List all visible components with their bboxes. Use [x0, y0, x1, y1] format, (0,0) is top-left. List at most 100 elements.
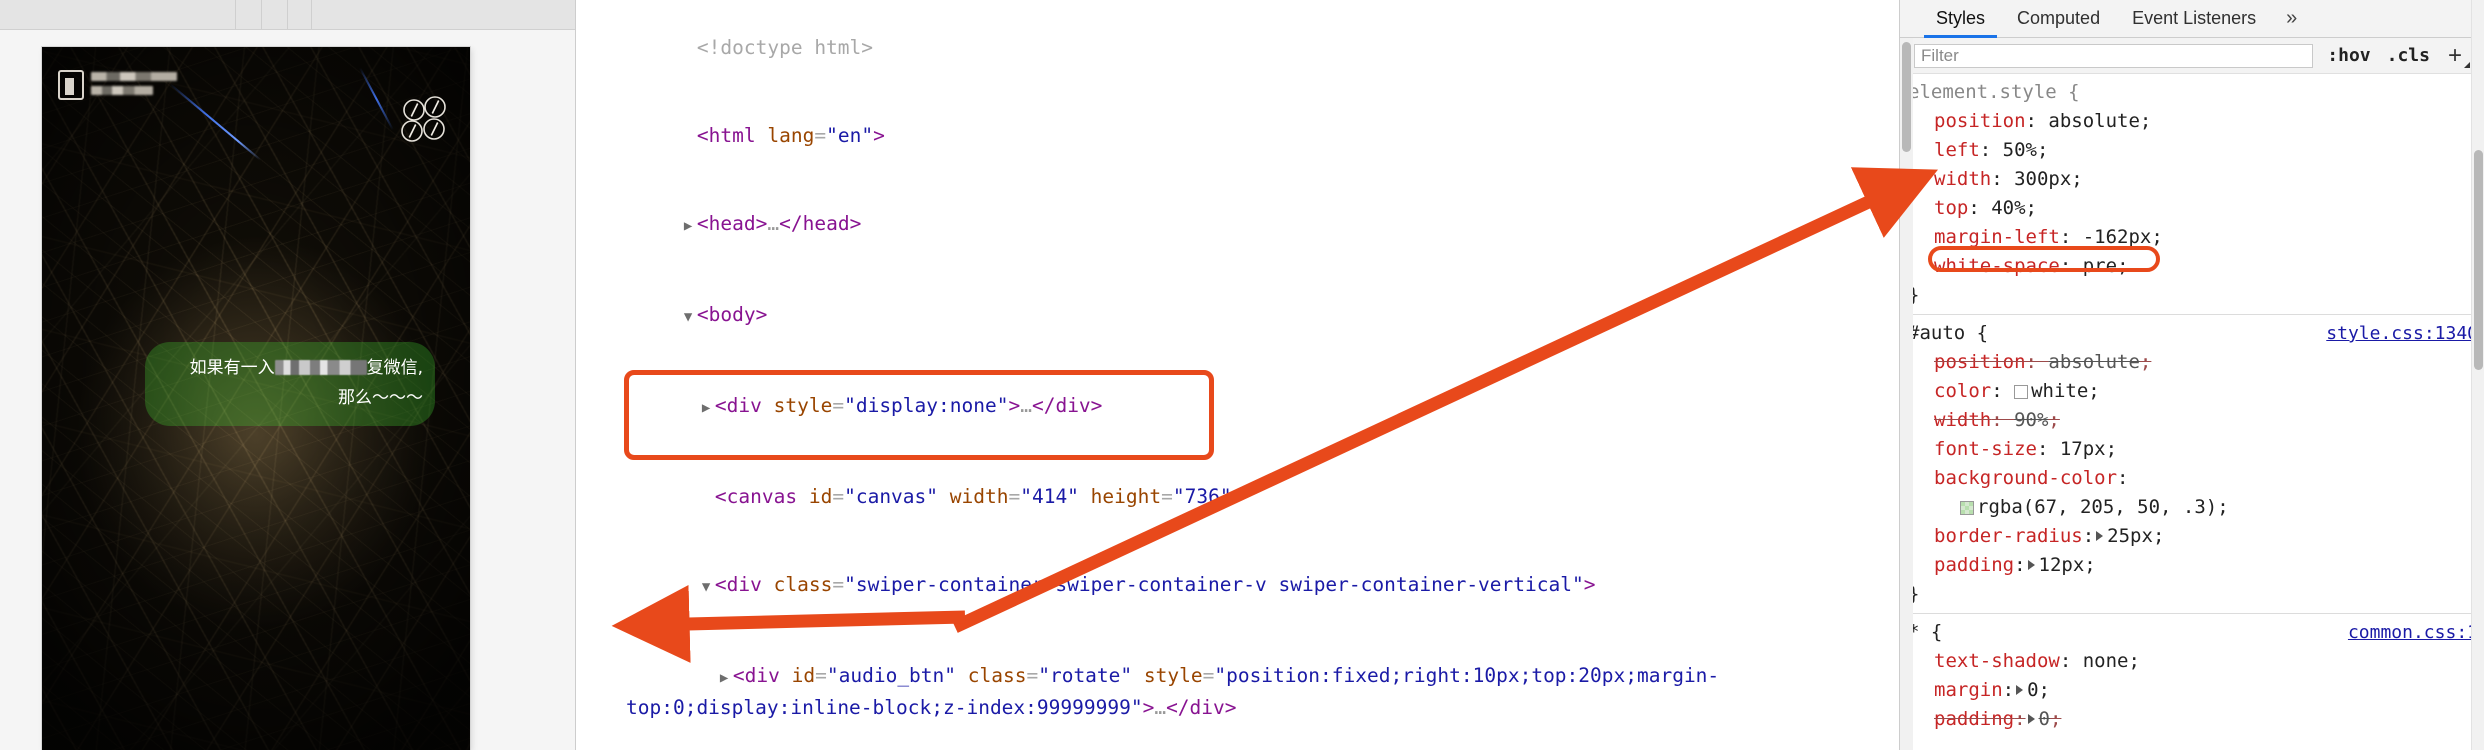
- dom-line-canvas[interactable]: <canvas id="canvas" width="414" height="…: [590, 452, 1899, 540]
- styles-filter-row: Filter :hov .cls +: [1900, 38, 2484, 74]
- music-notes-icon: [401, 96, 446, 142]
- toolbar-segment-throttle[interactable]: [262, 0, 288, 29]
- styles-tabbar: Styles Computed Event Listeners »: [1900, 0, 2484, 38]
- styles-pane: Styles Computed Event Listeners » Filter…: [1900, 0, 2484, 750]
- dom-line-doctype[interactable]: <!doctype html>: [590, 4, 1899, 92]
- cls-toggle-button[interactable]: .cls: [2385, 45, 2432, 66]
- declaration-property: position: [1934, 351, 2026, 373]
- declaration-property: padding: [1934, 708, 2015, 730]
- declaration[interactable]: position: absolute;: [1908, 348, 2484, 377]
- declaration-value: 90%: [2014, 409, 2049, 431]
- declaration-property: width: [1934, 168, 1992, 190]
- declaration-value: 0: [2038, 708, 2050, 730]
- styles-scrollbar[interactable]: [2471, 0, 2484, 750]
- tab-computed[interactable]: Computed: [2001, 0, 2116, 37]
- rule-header: * { common.css:1: [1908, 618, 2484, 647]
- declaration[interactable]: text-shadow: none;: [1908, 647, 2484, 676]
- declaration[interactable]: width: 300px;: [1908, 165, 2484, 194]
- caret-open-icon[interactable]: [702, 573, 715, 602]
- toolbar-segment-blank: [312, 0, 575, 29]
- declaration[interactable]: margin: 0;: [1908, 676, 2484, 705]
- declaration-value: 40%: [1991, 197, 2026, 219]
- rule-origin-link[interactable]: common.css:1: [2348, 618, 2478, 647]
- dom-line-head[interactable]: <head>…</head>: [590, 180, 1899, 271]
- caret-closed-icon[interactable]: [684, 212, 697, 241]
- declaration[interactable]: padding: 12px;: [1908, 551, 2484, 580]
- declaration-value: 0: [2027, 679, 2039, 701]
- declaration[interactable]: border-radius: 25px;: [1908, 522, 2484, 551]
- declaration-property: border-radius: [1934, 525, 2083, 547]
- declaration-value: absolute: [2048, 351, 2140, 373]
- caret-open-icon[interactable]: [684, 303, 697, 332]
- declaration[interactable]: left: 50%;: [1908, 136, 2484, 165]
- logo-mark-icon: [58, 70, 84, 100]
- declaration[interactable]: padding: 0;: [1908, 705, 2484, 734]
- declaration-property: width: [1934, 409, 1992, 431]
- device-preview-pane: 如果有一入 复微信, 那么～～～: [0, 0, 576, 750]
- background-vignette: [42, 47, 470, 750]
- add-rule-button[interactable]: +: [2444, 42, 2471, 70]
- rule-universal: * { common.css:1 text-shadow: none; marg…: [1908, 614, 2484, 738]
- declaration-property: background-color: [1934, 467, 2118, 489]
- toolbar-segment-rotate[interactable]: [236, 0, 262, 29]
- color-swatch-icon[interactable]: [1960, 501, 1974, 515]
- toolbar-segment-device[interactable]: [0, 0, 236, 29]
- color-swatch-icon[interactable]: [2014, 385, 2029, 399]
- logo-wordmark-redacted: [91, 70, 177, 95]
- audio-button[interactable]: [398, 93, 454, 147]
- logo-wordmark-line-2: [91, 86, 153, 95]
- rule-selector: #auto: [1908, 322, 1966, 344]
- declaration-property: padding: [1934, 554, 2015, 576]
- expand-triangle-icon[interactable]: [2027, 714, 2035, 724]
- declaration-white-space[interactable]: white-space: pre;: [1908, 252, 2484, 281]
- declaration[interactable]: width: 90%;: [1908, 406, 2484, 435]
- dom-line-html[interactable]: <html lang="en">: [590, 92, 1899, 180]
- rule-close-brace: }: [1908, 583, 1920, 605]
- declaration-value: 300px: [2014, 168, 2072, 190]
- declaration-value: 12px: [2038, 554, 2085, 576]
- declaration[interactable]: position: absolute;: [1908, 107, 2484, 136]
- styles-left-scrollbar[interactable]: [1900, 38, 1913, 750]
- more-tabs-icon[interactable]: »: [2272, 0, 2311, 37]
- declaration-value: 25px: [2107, 525, 2153, 547]
- dom-tree-pane[interactable]: <!doctype html> <html lang="en"> <head>……: [576, 0, 1900, 750]
- declaration[interactable]: margin-left: -162px;: [1908, 223, 2484, 252]
- logo-wordmark-line-1: [91, 72, 177, 81]
- dom-line-audio-btn[interactable]: <div id="audio_btn" class="rotate" style…: [590, 631, 1899, 750]
- rule-auto: #auto { style.css:1340 position: absolut…: [1908, 315, 2484, 614]
- rule-origin-link[interactable]: style.css:1340: [2326, 319, 2478, 348]
- expand-triangle-icon[interactable]: [2016, 685, 2024, 695]
- filter-placeholder: Filter: [1921, 45, 1959, 65]
- tab-event-listeners[interactable]: Event Listeners: [2116, 0, 2272, 37]
- device-screen[interactable]: 如果有一入 复微信, 那么～～～: [42, 47, 470, 750]
- declaration[interactable]: color: white;: [1908, 377, 2484, 406]
- declaration[interactable]: top: 40%;: [1908, 194, 2484, 223]
- filter-input[interactable]: Filter: [1914, 43, 2314, 68]
- expand-triangle-icon[interactable]: [2096, 531, 2104, 541]
- expand-triangle-icon[interactable]: [2027, 560, 2035, 570]
- caret-closed-icon[interactable]: [702, 394, 715, 423]
- rule-element-style: element.style { position: absolute; left…: [1908, 74, 2484, 315]
- rule-header: #auto { style.css:1340: [1908, 319, 2484, 348]
- declaration[interactable]: font-size: 17px;: [1908, 435, 2484, 464]
- declaration-value: 50%: [2002, 139, 2037, 161]
- dom-line-div-hidden[interactable]: <div style="display:none">…</div>: [590, 362, 1899, 453]
- declaration-property: position: [1934, 110, 2026, 132]
- declaration[interactable]: background-color:: [1908, 464, 2484, 493]
- toolbar-segment-more[interactable]: [288, 0, 312, 29]
- small-logo: [58, 70, 177, 100]
- hov-toggle-button[interactable]: :hov: [2325, 45, 2372, 66]
- dom-tree-lines: <!doctype html> <html lang="en"> <head>……: [576, 4, 1899, 750]
- tab-styles[interactable]: Styles: [1920, 0, 2001, 38]
- devtools-window: 如果有一入 复微信, 那么～～～ <!doctype html> <html la…: [0, 0, 2484, 750]
- declaration-property: text-shadow: [1934, 650, 2060, 672]
- declaration-value: pre: [2082, 255, 2118, 277]
- dom-line-swiper-container[interactable]: <div class="swiper-container swiper-cont…: [590, 540, 1899, 631]
- declaration-value-wrap[interactable]: rgba(67, 205, 50, .3);: [1908, 493, 2484, 522]
- declaration-property: color: [1934, 380, 1992, 402]
- declaration-value: none: [2082, 650, 2129, 672]
- rule-header: element.style {: [1908, 81, 2080, 103]
- declaration-property: white-space: [1934, 255, 2060, 277]
- caret-closed-icon[interactable]: [720, 664, 733, 693]
- dom-line-body[interactable]: <body>: [590, 271, 1899, 362]
